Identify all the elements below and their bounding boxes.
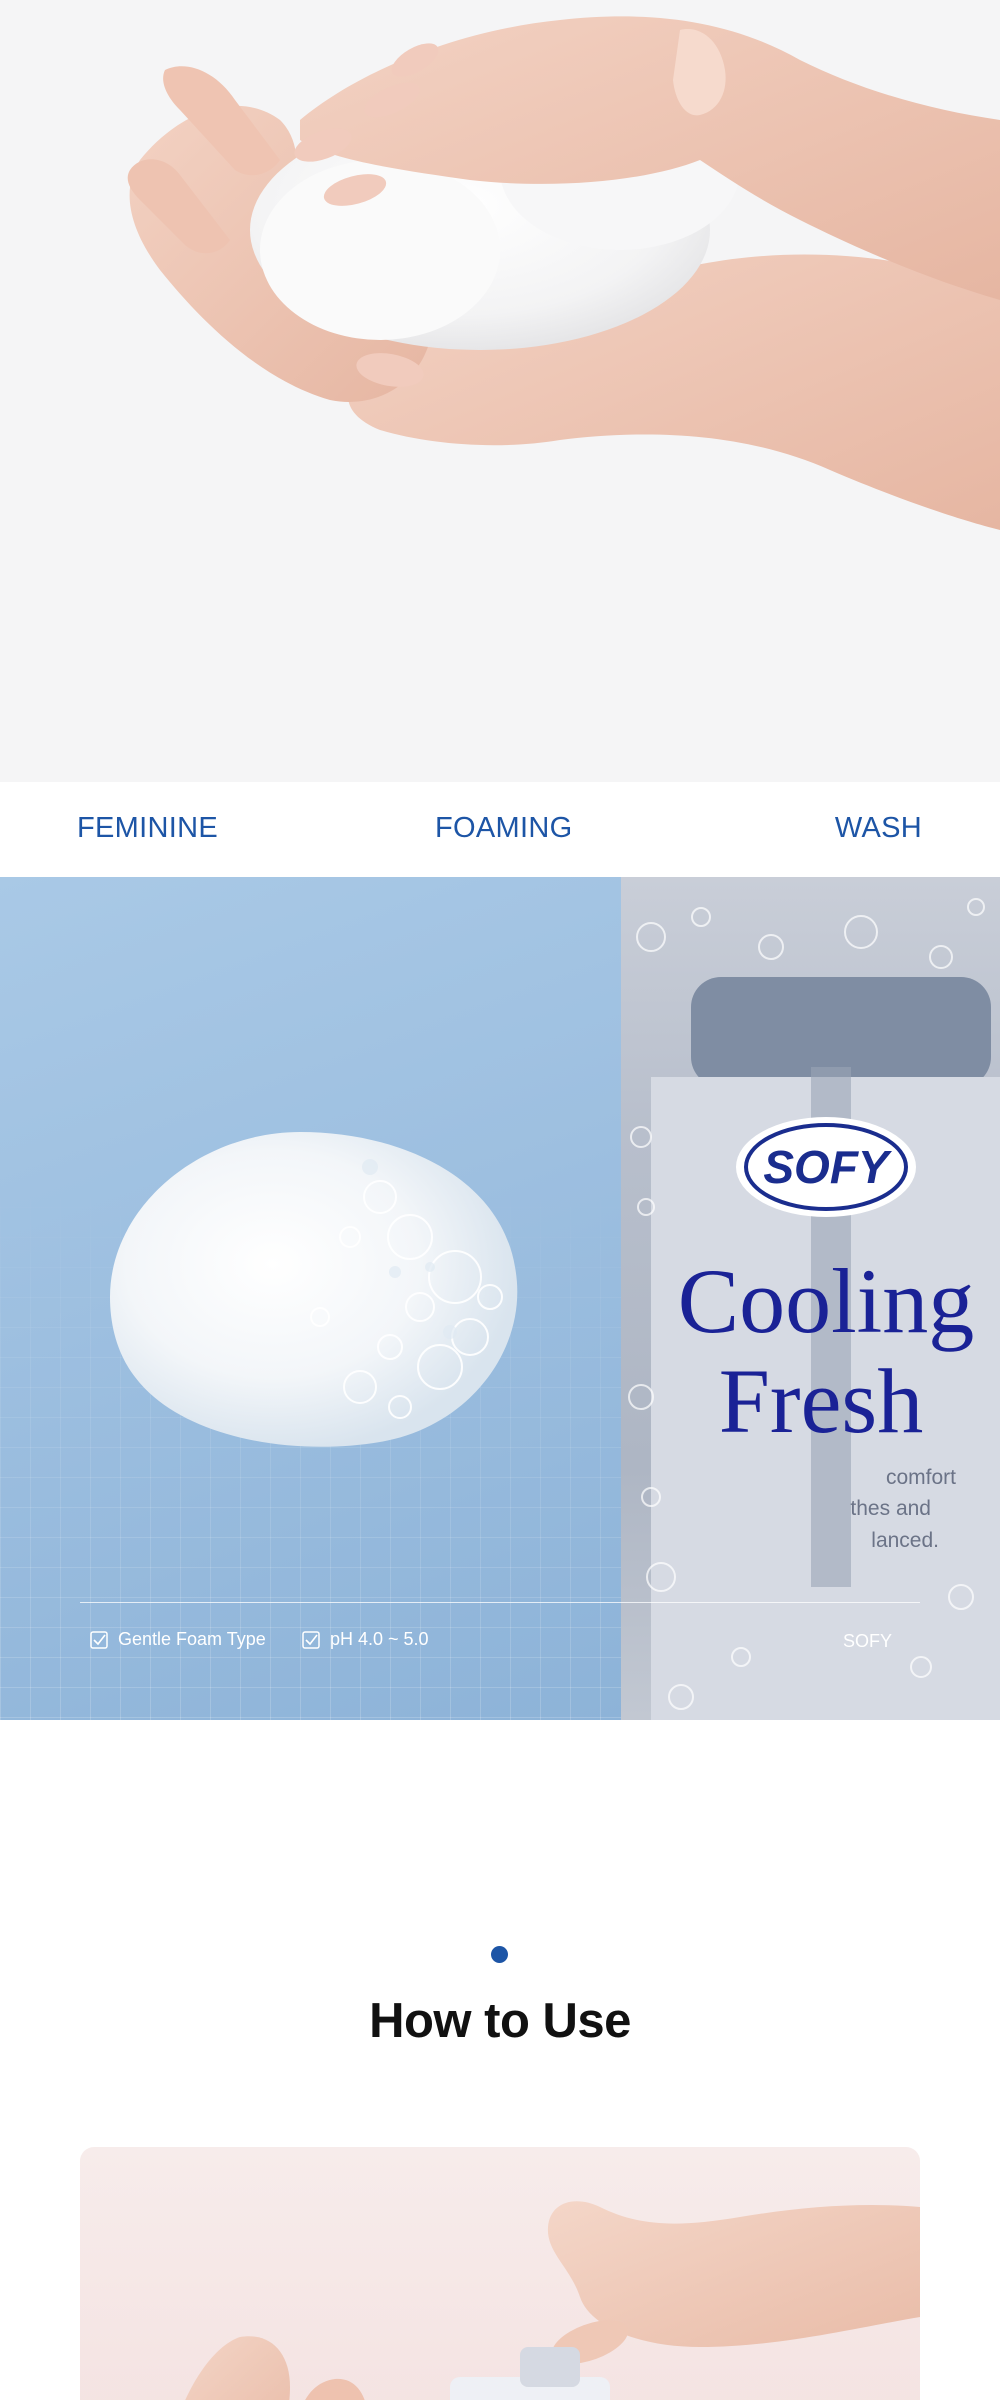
- checkbox-icon: [302, 1630, 320, 1649]
- checkbox-icon: [90, 1630, 108, 1649]
- title-word-feminine: FEMININE: [77, 812, 218, 844]
- sofy-logo: SOFY: [736, 1117, 916, 1217]
- product-title-band: FEMININE FOAMING WASH: [0, 782, 1000, 877]
- feature-label: Gentle Foam Type: [118, 1629, 266, 1649]
- hero-image: [0, 0, 1000, 782]
- bottle-small-text-3: lanced.: [871, 1529, 939, 1552]
- section-accent-dot: [491, 1946, 508, 1963]
- bottle-illustration: SOFY Cooling Fresh comfort thes and lanc…: [628, 898, 1000, 1720]
- feature-divider: [80, 1602, 920, 1603]
- foam-blob: [110, 1132, 518, 1447]
- bottle-line2: Fresh: [719, 1350, 923, 1452]
- title-word-foaming: FOAMING: [435, 812, 573, 844]
- product-visual-panel: SOFY Cooling Fresh comfort thes and lanc…: [0, 877, 1000, 1720]
- bottle-line1: Cooling: [678, 1250, 974, 1352]
- foam-image: [0, 877, 621, 1720]
- section-title-how-to-use: How to Use: [369, 1994, 631, 2048]
- feature-label: pH 4.0 ~ 5.0: [330, 1629, 429, 1649]
- hands-foam-illustration: [127, 16, 1000, 531]
- title-word-wash: WASH: [834, 812, 922, 844]
- feature-ph: pH 4.0 ~ 5.0: [302, 1629, 429, 1650]
- how-to-use-image-card: [80, 2147, 920, 2400]
- product-detail-page: FEMININE FOAMING WASH SOFY Cooling Fresh…: [0, 0, 1000, 2400]
- brand-caption: SOFY: [843, 1631, 893, 1651]
- hand-pump-illustration: [185, 2201, 920, 2400]
- feature-gentle-foam: Gentle Foam Type: [90, 1629, 266, 1650]
- bottle-small-text-2: thes and: [850, 1497, 931, 1520]
- bottle-image: SOFY Cooling Fresh comfort thes and lanc…: [621, 877, 1000, 1720]
- bottle-small-text-1: comfort: [886, 1466, 956, 1489]
- bottle-logo-text: SOFY: [763, 1141, 893, 1193]
